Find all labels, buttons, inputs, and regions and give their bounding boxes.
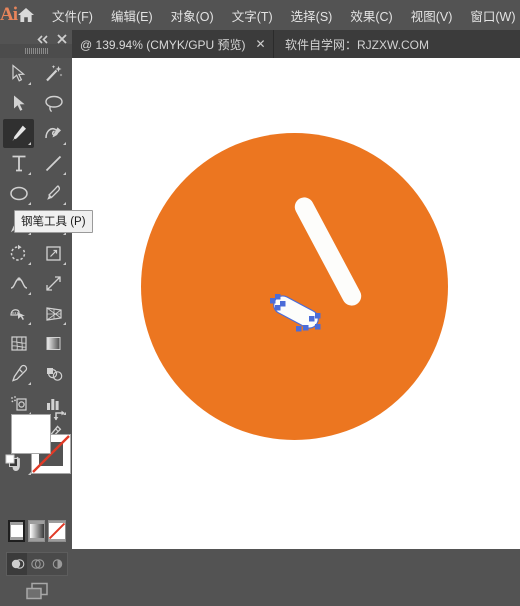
- color-controls: [0, 406, 72, 496]
- paint-mode-row: [8, 520, 66, 546]
- tool-tooltip: 钢笔工具 (P): [14, 210, 93, 233]
- document-tab-bar: @ 139.94% (CMYK/GPU 预览) ✕ 软件自学网：RJZXW.CO…: [0, 30, 520, 58]
- artboard-canvas[interactable]: [72, 58, 520, 549]
- tool-flyout-indicator: [28, 262, 31, 265]
- tool-flyout-indicator: [63, 172, 66, 175]
- document-tab-close-icon[interactable]: ✕: [255, 37, 267, 51]
- none-mode-button[interactable]: [48, 520, 66, 542]
- line-segment-tool[interactable]: [38, 149, 69, 178]
- paintbrush-tool[interactable]: [38, 179, 69, 208]
- menu-file[interactable]: 文件(F): [43, 0, 102, 30]
- menu-select[interactable]: 选择(S): [282, 0, 342, 30]
- tool-flyout-indicator: [28, 292, 31, 295]
- mesh-tool[interactable]: [3, 329, 34, 358]
- draw-normal-button[interactable]: [7, 553, 27, 575]
- direct-selection-tool[interactable]: [3, 89, 34, 118]
- fill-swatch[interactable]: [11, 414, 51, 454]
- swap-fill-stroke-icon[interactable]: [52, 409, 68, 425]
- tool-flyout-indicator: [28, 202, 31, 205]
- tool-flyout-indicator: [28, 82, 31, 85]
- gradient-tool[interactable]: [38, 329, 69, 358]
- pen-tool[interactable]: [3, 119, 34, 148]
- menu-item-list: 文件(F) 编辑(E) 对象(O) 文字(T) 选择(S) 效果(C) 视图(V…: [43, 0, 520, 30]
- free-transform-tool[interactable]: [38, 269, 69, 298]
- draw-mode-row: [6, 552, 68, 576]
- document-tab-label: @ 139.94% (CMYK/GPU 预览): [80, 37, 246, 52]
- menu-bar: Ai 文件(F) 编辑(E) 对象(O) 文字(T) 选择(S) 效果(C) 视…: [0, 0, 520, 30]
- curvature-tool[interactable]: [38, 119, 69, 148]
- blend-tool[interactable]: [38, 359, 69, 388]
- document-tab[interactable]: @ 139.94% (CMYK/GPU 预览) ✕: [72, 30, 274, 58]
- tool-flyout-indicator: [28, 382, 31, 385]
- toolbar-header: [0, 30, 72, 58]
- illustrator-window: Ai 文件(F) 编辑(E) 对象(O) 文字(T) 选择(S) 效果(C) 视…: [0, 0, 520, 600]
- gradient-swatch-icon: [29, 524, 44, 538]
- tool-flyout-indicator: [63, 262, 66, 265]
- watermark-text: 软件自学网：RJZXW.COM: [285, 37, 429, 52]
- home-icon[interactable]: [17, 0, 35, 30]
- screen-mode-icon[interactable]: [24, 581, 52, 601]
- draw-behind-button[interactable]: [27, 553, 47, 575]
- color-swatch-icon: [10, 525, 23, 537]
- gradient-mode-button[interactable]: [28, 520, 45, 542]
- tool-flyout-indicator: [28, 142, 31, 145]
- color-mode-button[interactable]: [8, 520, 26, 542]
- menu-effect[interactable]: 效果(C): [341, 0, 401, 30]
- menu-window[interactable]: 窗口(W): [461, 0, 520, 30]
- clock-face-circle[interactable]: [141, 133, 448, 440]
- tools-panel: 钢笔工具 (P): [0, 58, 93, 600]
- app-logo: Ai: [0, 4, 18, 25]
- shape-builder-tool[interactable]: [3, 299, 34, 328]
- scale-tool[interactable]: [38, 239, 69, 268]
- default-fill-stroke-icon[interactable]: [5, 454, 19, 468]
- draw-inside-button[interactable]: [47, 553, 67, 575]
- menu-edit[interactable]: 编辑(E): [102, 0, 162, 30]
- tool-flyout-indicator: [63, 322, 66, 325]
- ellipse-tool[interactable]: [3, 179, 34, 208]
- tool-flyout-indicator: [28, 172, 31, 175]
- selection-tool[interactable]: [3, 59, 34, 88]
- eyedropper-tool[interactable]: [3, 359, 34, 388]
- none-swatch-icon: [49, 523, 65, 539]
- perspective-grid-tool[interactable]: [38, 299, 69, 328]
- type-tool[interactable]: [3, 149, 34, 178]
- rotate-tool[interactable]: [3, 239, 34, 268]
- tool-flyout-indicator: [28, 322, 31, 325]
- tool-flyout-indicator: [63, 142, 66, 145]
- lasso-tool[interactable]: [38, 89, 69, 118]
- menu-object[interactable]: 对象(O): [162, 0, 223, 30]
- magic-wand-tool[interactable]: [38, 59, 69, 88]
- menu-type[interactable]: 文字(T): [223, 0, 282, 30]
- grip-dots-icon: [24, 48, 48, 54]
- tool-flyout-indicator: [63, 202, 66, 205]
- menu-view[interactable]: 视图(V): [402, 0, 462, 30]
- width-tool[interactable]: [3, 269, 34, 298]
- toolbar-drag-grip[interactable]: [0, 44, 72, 58]
